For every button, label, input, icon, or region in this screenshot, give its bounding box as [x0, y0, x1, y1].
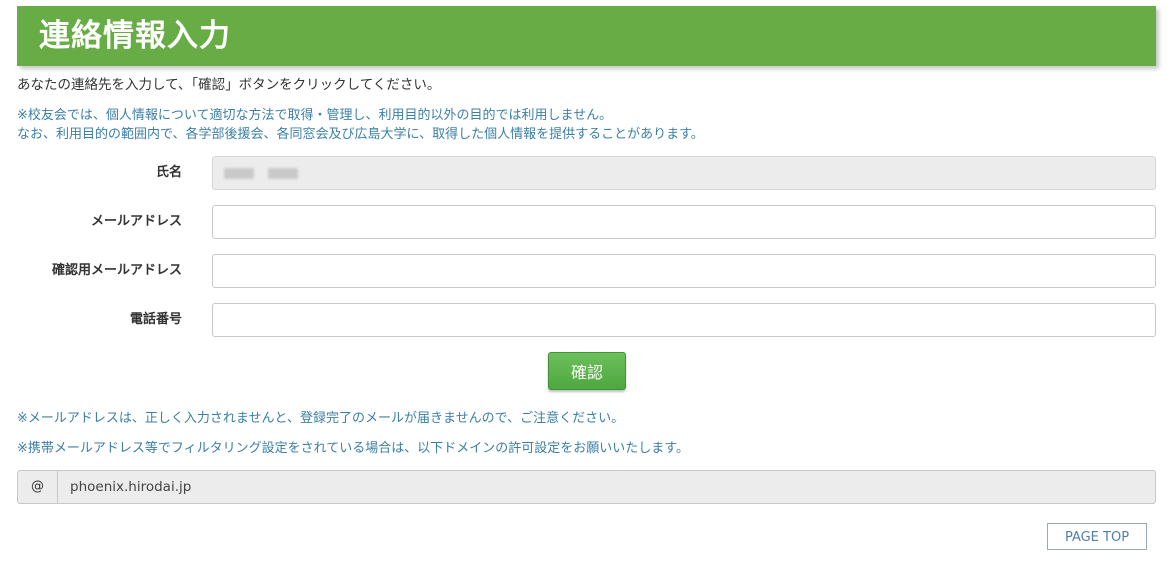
- confirm-button[interactable]: 確認: [548, 352, 626, 390]
- intro-text: あなたの連絡先を入力して、「確認」ボタンをクリックしてください。: [17, 77, 441, 93]
- name-label: 氏名: [155, 165, 182, 180]
- page-title: 連絡情報入力: [39, 18, 231, 54]
- filtering-warning: ※携帯メールアドレス等でフィルタリング設定をされている場合は、以下ドメインの許可…: [17, 441, 689, 456]
- email-confirm-input[interactable]: [212, 254, 1156, 288]
- page-top-button[interactable]: PAGE TOP: [1047, 523, 1147, 550]
- at-sign-addon: @: [18, 471, 58, 503]
- phone-input[interactable]: [212, 303, 1156, 337]
- name-value-redacted: [224, 156, 298, 190]
- email-warning: ※メールアドレスは、正しく入力されませんと、登録完了のメールが届きませんので、ご…: [17, 411, 625, 426]
- email-confirm-row: 確認用メールアドレス: [0, 254, 1171, 288]
- email-input[interactable]: [212, 205, 1156, 239]
- privacy-notice-line-1: ※校友会では、個人情報について適切な方法で取得・管理し、利用目的以外の目的では利…: [17, 108, 613, 123]
- email-label: メールアドレス: [90, 214, 182, 229]
- page-header: 連絡情報入力: [17, 6, 1156, 66]
- email-confirm-label: 確認用メールアドレス: [51, 263, 182, 278]
- allowed-domain-box: @ phoenix.hirodai.jp: [17, 470, 1156, 504]
- name-field: [212, 156, 1156, 190]
- phone-row: 電話番号: [0, 303, 1171, 337]
- allowed-domain: phoenix.hirodai.jp: [70, 479, 192, 495]
- name-row: 氏名: [0, 156, 1171, 190]
- email-row: メールアドレス: [0, 205, 1171, 239]
- phone-label: 電話番号: [129, 312, 182, 327]
- privacy-notice-line-2: なお、利用目的の範囲内で、各学部後援会、各同窓会及び広島大学に、取得した個人情報…: [17, 127, 704, 142]
